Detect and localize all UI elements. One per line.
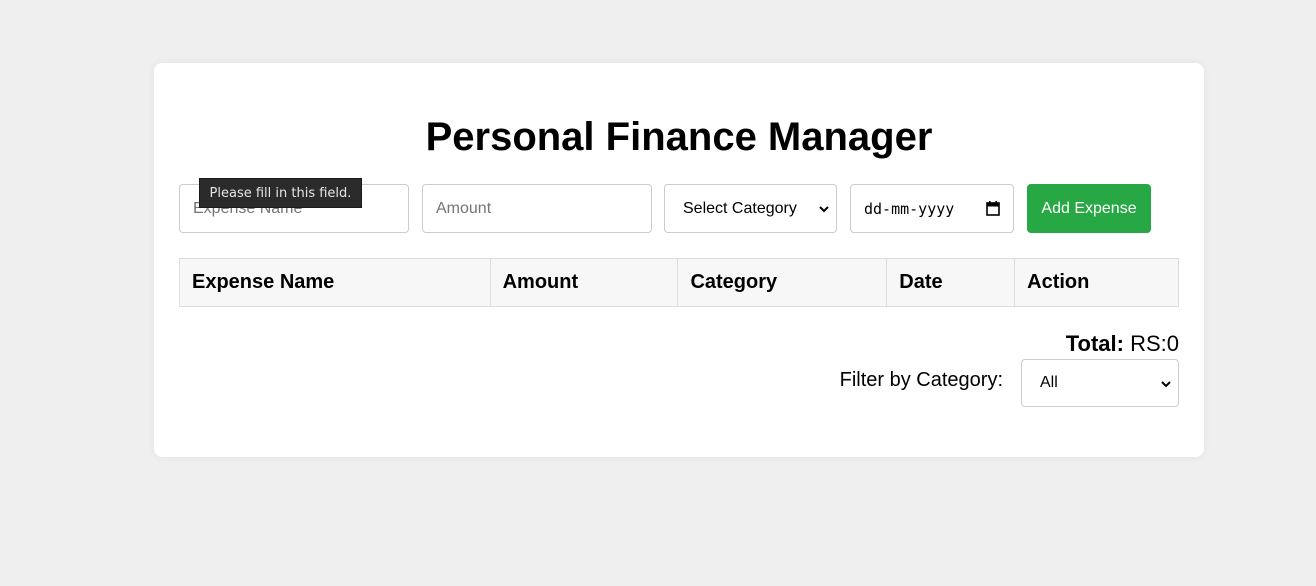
page-title: Personal Finance Manager: [425, 115, 933, 159]
calendar-icon[interactable]: [986, 201, 1000, 220]
expense-table: Expense Name Amount Category Date Action: [179, 258, 1179, 307]
category-select[interactable]: Select Category: [664, 184, 837, 233]
date-input[interactable]: dd-mm-yyyy: [850, 184, 1014, 233]
chevron-down-icon: [818, 202, 830, 220]
filter-select-value: All: [1040, 374, 1058, 391]
column-header-amount: Amount: [489, 258, 679, 307]
total-value: RS:0: [1130, 331, 1179, 356]
amount-placeholder: Amount: [436, 199, 492, 217]
filter-category-select[interactable]: All: [1021, 359, 1179, 407]
chevron-down-icon: [1160, 377, 1172, 395]
date-placeholder: dd-mm-yyyy: [864, 199, 955, 218]
finance-card: Personal Finance Manager Expense Name Am…: [154, 63, 1204, 457]
table-header-row: Expense Name Amount Category Date Action: [179, 258, 1179, 307]
column-header-action: Action: [1014, 258, 1179, 307]
add-expense-button[interactable]: Add Expense: [1027, 184, 1151, 233]
column-header-category: Category: [677, 258, 888, 307]
validation-tooltip: Please fill in this field.: [199, 178, 362, 208]
column-header-date: Date: [886, 258, 1016, 307]
category-select-value: Select Category: [683, 199, 797, 217]
amount-input[interactable]: Amount: [422, 184, 652, 233]
column-header-expense-name: Expense Name: [179, 258, 491, 307]
filter-label: Filter by Category:: [839, 369, 1003, 391]
total-label: Total:: [1065, 331, 1124, 356]
total-summary: Total: RS:0: [1066, 331, 1179, 357]
